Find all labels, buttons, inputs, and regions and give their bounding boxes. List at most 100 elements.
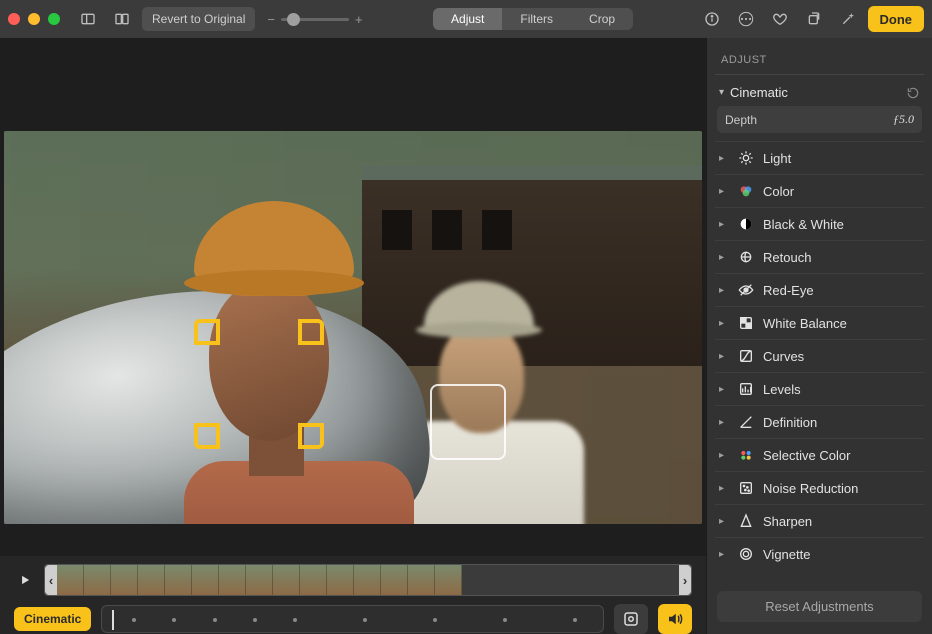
filmstrip-frame[interactable] — [381, 565, 408, 595]
focus-keyframe-dot[interactable] — [172, 618, 176, 622]
info-icon[interactable] — [698, 7, 726, 31]
tab-crop[interactable]: Crop — [571, 8, 633, 30]
filmstrip-frame[interactable] — [408, 565, 435, 595]
chevron-right-icon: ▸ — [719, 318, 729, 329]
light-icon — [737, 149, 755, 167]
selective-color-icon — [737, 446, 755, 464]
chevron-right-icon: ▸ — [719, 186, 729, 197]
fullscreen-window-button[interactable] — [48, 13, 60, 25]
retouch-icon — [737, 248, 755, 266]
filmstrip-frame[interactable] — [84, 565, 111, 595]
tab-adjust[interactable]: Adjust — [433, 8, 502, 30]
audio-button[interactable] — [658, 604, 692, 634]
focus-keyframe-dot[interactable] — [132, 618, 136, 622]
mode-segmented-control: Adjust Filters Crop — [433, 8, 633, 30]
chevron-right-icon: ▸ — [719, 450, 729, 461]
filmstrip-frame[interactable] — [273, 565, 300, 595]
white-balance-icon — [737, 314, 755, 332]
filmstrip-frame[interactable] — [435, 565, 462, 595]
section-cinematic-label: Cinematic — [730, 85, 788, 100]
adjustment-label: Color — [763, 184, 794, 199]
section-cinematic[interactable]: ▾ Cinematic — [715, 75, 924, 106]
chevron-right-icon: ▸ — [719, 285, 729, 296]
adjustment-label: Definition — [763, 415, 817, 430]
adjustment-row-black-white[interactable]: ▸Black & White — [715, 207, 924, 240]
adjustment-row-sharpen[interactable]: ▸Sharpen — [715, 504, 924, 537]
focus-keyframe-dot[interactable] — [503, 618, 507, 622]
rotate-icon[interactable] — [800, 7, 828, 31]
video-canvas[interactable] — [4, 131, 702, 524]
sidebar-toggle-icon[interactable] — [74, 7, 102, 31]
trim-handle-right[interactable]: › — [679, 565, 691, 595]
reset-adjustments-button[interactable]: Reset Adjustments — [717, 591, 922, 622]
color-icon — [737, 182, 755, 200]
editor-left: ‹ › Cinematic — [0, 38, 706, 634]
chevron-right-icon: ▸ — [719, 252, 729, 263]
focus-keyframe-dot[interactable] — [433, 618, 437, 622]
adjustment-label: Levels — [763, 382, 801, 397]
tab-filters[interactable]: Filters — [502, 8, 571, 30]
filmstrip-frame[interactable] — [300, 565, 327, 595]
adjustment-label: Vignette — [763, 547, 810, 562]
timeline-area: ‹ › Cinematic — [0, 556, 706, 634]
focus-keyframe-dot[interactable] — [293, 618, 297, 622]
compare-toggle-icon[interactable] — [108, 7, 136, 31]
adjustment-row-curves[interactable]: ▸Curves — [715, 339, 924, 372]
adjustment-label: Light — [763, 151, 791, 166]
adjustment-row-vignette[interactable]: ▸Vignette — [715, 537, 924, 570]
auto-focus-button[interactable] — [614, 604, 648, 634]
adjustment-row-definition[interactable]: ▸ Definition — [715, 405, 924, 438]
chevron-right-icon: ▸ — [719, 417, 729, 428]
filmstrip-frame[interactable] — [354, 565, 381, 595]
definition-icon — [737, 413, 755, 431]
focus-box-secondary[interactable] — [430, 384, 506, 460]
minimize-window-button[interactable] — [28, 13, 40, 25]
curves-icon — [737, 347, 755, 365]
adjustment-label: Red-Eye — [763, 283, 814, 298]
adjustment-label: Retouch — [763, 250, 811, 265]
adjustments-list: ▸Light▸Color▸Black & White▸Retouch▸Red-E… — [715, 141, 924, 570]
focus-keyframe-dot[interactable] — [213, 618, 217, 622]
trim-handle-left[interactable]: ‹ — [45, 565, 57, 595]
adjustment-row-light[interactable]: ▸Light — [715, 141, 924, 174]
filmstrip-frame[interactable] — [192, 565, 219, 595]
filmstrip[interactable]: ‹ › — [44, 564, 692, 596]
adjustment-row-levels[interactable]: ▸Levels — [715, 372, 924, 405]
focus-box-primary[interactable] — [194, 319, 324, 449]
adjustment-row-noise-reduction[interactable]: ▸Noise Reduction — [715, 471, 924, 504]
auto-enhance-icon[interactable] — [834, 7, 862, 31]
filmstrip-frame[interactable] — [57, 565, 84, 595]
adjustment-row-white-balance[interactable]: ▸White Balance — [715, 306, 924, 339]
window-controls — [8, 13, 60, 25]
favorite-icon[interactable] — [766, 7, 794, 31]
filmstrip-frame[interactable] — [111, 565, 138, 595]
black-white-icon — [737, 215, 755, 233]
noise-reduction-icon — [737, 479, 755, 497]
done-button[interactable]: Done — [868, 6, 925, 32]
filmstrip-frame[interactable] — [219, 565, 246, 595]
focus-keyframe-dot[interactable] — [253, 618, 257, 622]
adjustment-row-red-eye[interactable]: ▸ Red-Eye — [715, 273, 924, 306]
depth-label: Depth — [725, 113, 757, 127]
adjustment-row-selective-color[interactable]: ▸Selective Color — [715, 438, 924, 471]
filmstrip-frame[interactable] — [165, 565, 192, 595]
titlebar: Revert to Original − + Adjust Filters Cr… — [0, 0, 932, 38]
play-button[interactable] — [14, 569, 36, 591]
focus-timeline[interactable] — [101, 605, 604, 633]
chevron-right-icon: ▸ — [719, 351, 729, 362]
filmstrip-frame[interactable] — [246, 565, 273, 595]
filmstrip-frame[interactable] — [327, 565, 354, 595]
adjustment-row-retouch[interactable]: ▸ Retouch — [715, 240, 924, 273]
revert-button[interactable]: Revert to Original — [142, 7, 255, 31]
focus-keyframe-dot[interactable] — [573, 618, 577, 622]
filmstrip-frame[interactable] — [138, 565, 165, 595]
chevron-right-icon: ▸ — [719, 516, 729, 527]
cinematic-badge[interactable]: Cinematic — [14, 607, 91, 631]
zoom-slider[interactable]: − + — [267, 12, 362, 27]
adjustment-row-color[interactable]: ▸ Color — [715, 174, 924, 207]
more-icon[interactable] — [732, 7, 760, 31]
reset-cinematic-icon[interactable] — [906, 86, 920, 100]
focus-keyframe-dot[interactable] — [363, 618, 367, 622]
close-window-button[interactable] — [8, 13, 20, 25]
depth-row[interactable]: Depth ƒ5.0 — [717, 106, 922, 133]
